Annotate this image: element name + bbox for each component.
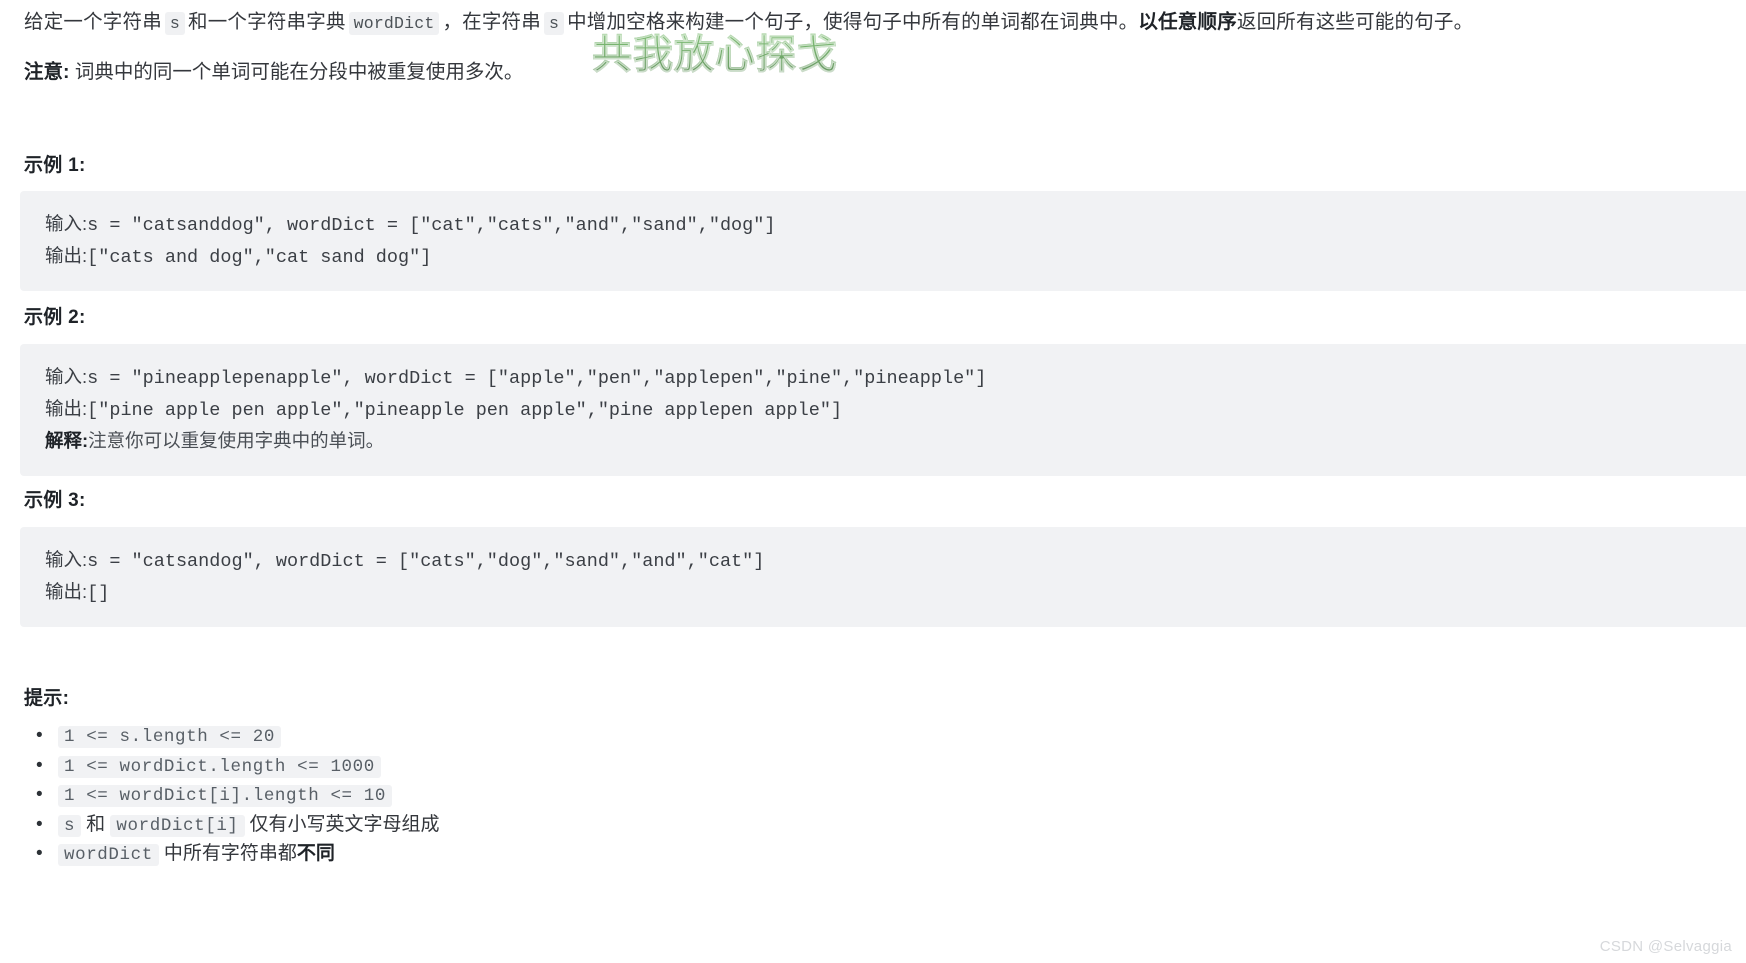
note-text: 词典中的同一个单词可能在分段中被重复使用多次。: [74, 61, 524, 83]
note-paragraph: 注意: 词典中的同一个单词可能在分段中被重复使用多次。: [0, 57, 547, 87]
code-line-body: s = "catsanddog", wordDict = ["cat","cat…: [87, 215, 776, 236]
example-1-codeblock: 输入:s = "catsanddog", wordDict = ["cat","…: [20, 191, 1746, 291]
code-line: 输入:s = "catsanddog", wordDict = ["cat","…: [45, 209, 1746, 241]
code-line: 输出:[]: [45, 577, 1746, 609]
example-2-heading: 示例 2:: [24, 307, 86, 328]
csdn-watermark: CSDN @Selvaggia: [1599, 938, 1732, 955]
example-3-codeblock: 输入:s = "catsandog", wordDict = ["cats","…: [20, 527, 1746, 627]
problem-description: 给定一个字符串 s 和一个字符串字典 wordDict ，在字符串 s 中增加空格来构建一个…: [0, 7, 1497, 37]
example-1-heading: 示例 1:: [24, 155, 86, 176]
intro-text-2: 和一个字符串字典: [188, 11, 346, 33]
code-line-prefix: 输出:: [45, 245, 88, 266]
code-line: 输出:["pine apple pen apple","pineapple pe…: [45, 394, 1746, 426]
hints-heading: 提示:: [24, 688, 70, 709]
explanation-label: 解释:: [45, 430, 89, 451]
code-line-body: ["cats and dog","cat sand dog"]: [87, 247, 432, 268]
list-item: wordDict中所有字符串都不同: [36, 840, 440, 870]
constraint-tail-bold: 不同: [296, 843, 335, 864]
code-line-prefix: 输入:: [45, 213, 88, 234]
constraint-code: 1 <= wordDict[i].length <= 10: [58, 785, 392, 807]
inline-code-s: s: [164, 12, 186, 35]
inline-code-worddict: wordDict: [348, 12, 440, 35]
intro-text-3: ，在字符串: [442, 11, 541, 33]
constraint-code: 1 <= wordDict.length <= 1000: [58, 755, 381, 778]
constraint-mid: 和: [86, 813, 106, 835]
inline-code-s-2: s: [543, 12, 565, 35]
intro-text-5: 返回所有这些可能的句子。: [1236, 11, 1474, 33]
constraint-code: s: [58, 814, 82, 837]
list-item: 1 <= wordDict.length <= 1000: [36, 752, 440, 782]
code-line-prefix: 输出:: [45, 581, 88, 602]
constraint-code: 1 <= s.length <= 20: [58, 726, 281, 748]
code-line-prefix: 输入:: [45, 549, 88, 570]
code-explanation-line: 解释:注意你可以重复使用字典中的单词。: [45, 426, 1746, 458]
intro-text-1: 给定一个字符串: [24, 11, 162, 33]
list-item: 1 <= s.length <= 20: [36, 722, 440, 752]
example-3-heading: 示例 3:: [24, 490, 86, 511]
constraint-tail: 中所有字符串都: [163, 843, 297, 864]
code-line: 输入:s = "catsandog", wordDict = ["cats","…: [45, 545, 1746, 577]
intro-text-4: 中增加空格来构建一个句子，使得句子中所有的单词都在词典中。: [567, 11, 1139, 33]
constraint-tail: 仅有小写英文字母组成: [249, 813, 440, 835]
note-label: 注意:: [24, 61, 70, 83]
code-line-prefix: 输入:: [45, 366, 88, 387]
code-line-body: ["pine apple pen apple","pineapple pen a…: [87, 400, 843, 421]
code-line-body: s = "pineapplepenapple", wordDict = ["ap…: [87, 368, 987, 389]
code-line-body: s = "catsandog", wordDict = ["cats","dog…: [87, 551, 765, 572]
article-page: 给定一个字符串 s 和一个字符串字典 wordDict ，在字符串 s 中增加空格来构建一个…: [0, 0, 1746, 963]
code-line: 输出:["cats and dog","cat sand dog"]: [45, 241, 1746, 273]
constraint-code-2: wordDict[i]: [110, 814, 245, 837]
code-line-prefix: 输出:: [45, 398, 88, 419]
list-item: s和 wordDict[i]仅有小写英文字母组成: [36, 811, 440, 841]
example-2-codeblock: 输入:s = "pineapplepenapple", wordDict = […: [20, 344, 1746, 476]
code-line-body: []: [87, 583, 110, 604]
constraint-code: wordDict: [58, 844, 159, 866]
code-line: 输入:s = "pineapplepenapple", wordDict = […: [45, 362, 1746, 394]
intro-bold-phrase: 以任意顺序: [1138, 11, 1237, 33]
list-item: 1 <= wordDict[i].length <= 10: [36, 781, 440, 811]
explanation-text: 注意你可以重复使用字典中的单词。: [88, 430, 385, 451]
constraints-list: 1 <= s.length <= 20 1 <= wordDict.length…: [24, 722, 440, 870]
